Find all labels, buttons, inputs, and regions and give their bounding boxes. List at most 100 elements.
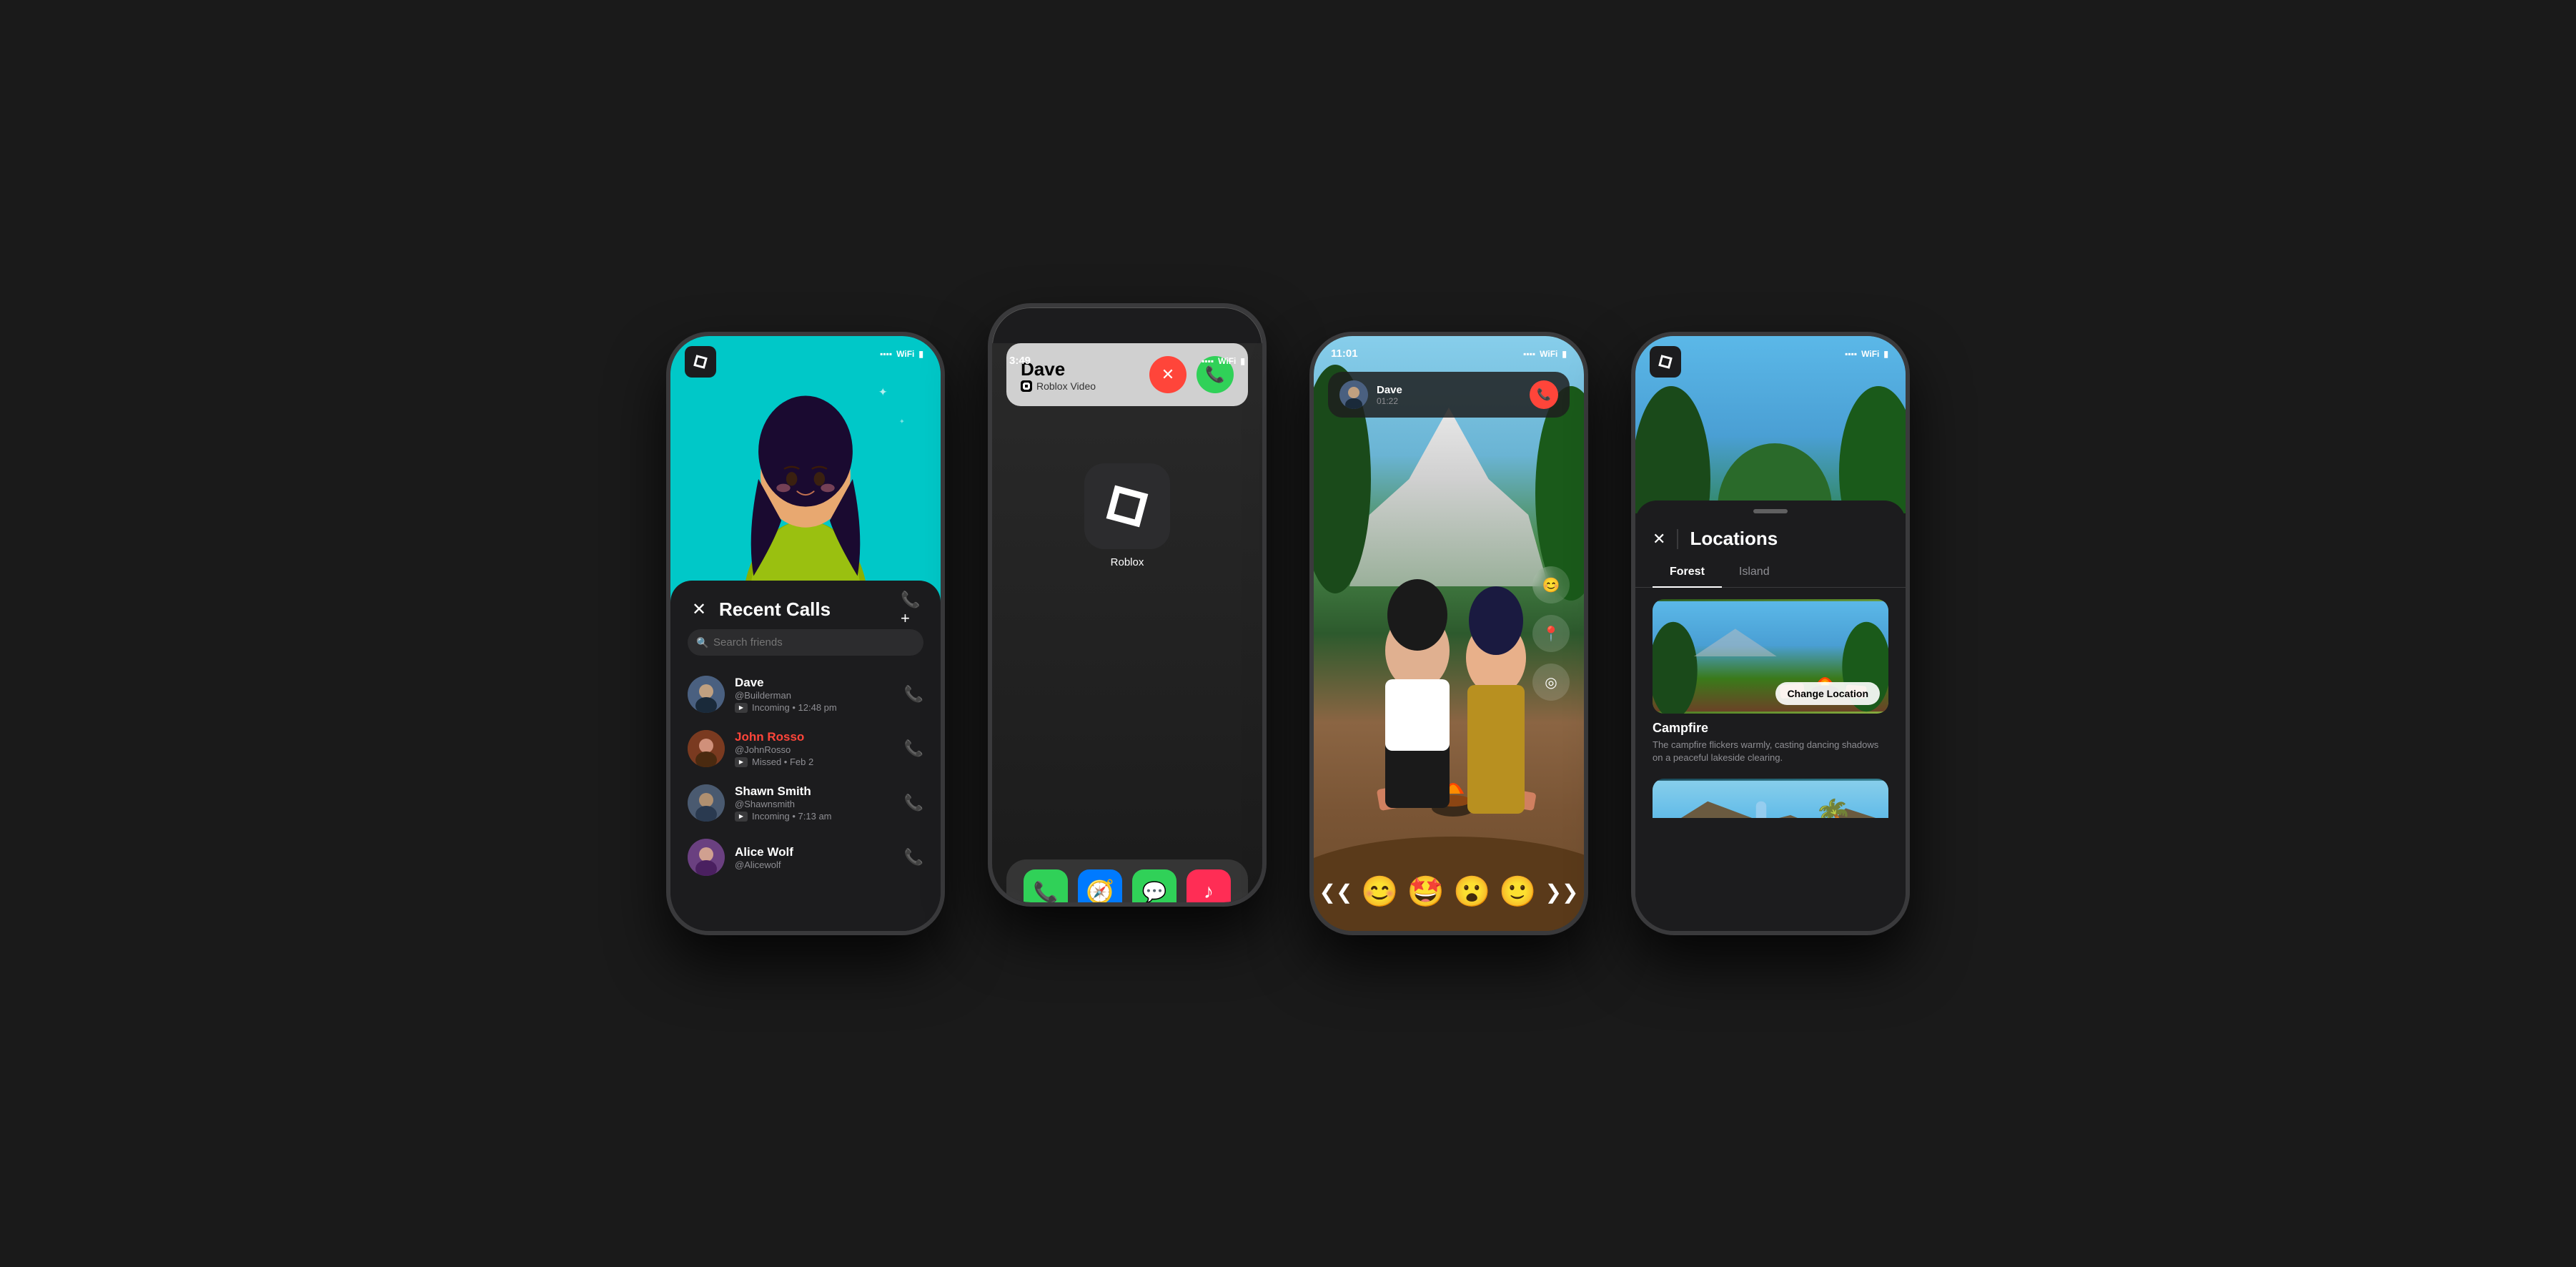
call-item-alice[interactable]: Alice Wolf @Alicewolf 📞 xyxy=(670,830,941,884)
locations-tabs: Forest Island xyxy=(1635,557,1906,588)
dock-phone-icon[interactable]: 📞 xyxy=(1024,869,1068,907)
locations-header: ✕ Locations xyxy=(1635,513,1906,557)
incoming-call-banner: Dave Roblox Video ✕ 📞 xyxy=(1006,343,1248,406)
phone2-screen: 3:49 ▪▪▪▪ WiFi ▮ Dave Roblox Video xyxy=(992,343,1262,907)
emoji-bar: ❮❮ 😊 🤩 😮 🙂 ❯❯ xyxy=(1314,874,1584,909)
call-info-dave: Dave @Builderman ▶ Incoming • 12:48 pm xyxy=(735,676,894,713)
john-meta: ▶ Missed • Feb 2 xyxy=(735,756,894,767)
search-wrapper: 🔍 xyxy=(688,629,923,656)
end-call-button[interactable]: 📞 xyxy=(1530,380,1558,409)
search-input[interactable] xyxy=(688,629,923,656)
emoji-3[interactable]: 😮 xyxy=(1453,874,1490,909)
call-info-shawn: Shawn Smith @Shawnsmith ▶ Incoming • 7:1… xyxy=(735,784,894,822)
john-avatar-svg xyxy=(688,730,725,767)
avatar-shawn xyxy=(688,784,725,822)
call-info-alice: Alice Wolf @Alicewolf xyxy=(735,845,894,870)
phone3-screen: 11:01 ▪▪▪▪ WiFi ▮ Dave 01:22 📞 xyxy=(1314,336,1584,931)
shawn-avatar-svg xyxy=(688,784,725,822)
avatar-background: ✦ ✦ xyxy=(670,336,941,615)
phone2-wifi: WiFi xyxy=(1218,356,1236,366)
phone4-signal: ▪▪▪▪ xyxy=(1845,349,1857,359)
phone1-screen: ✦ ✦ xyxy=(670,336,941,931)
call-duration: 01:22 xyxy=(1377,396,1402,406)
tab-forest[interactable]: Forest xyxy=(1653,557,1722,587)
rc-title-group: ✕ Recent Calls xyxy=(688,598,831,621)
emoji-2[interactable]: 🤩 xyxy=(1407,874,1445,909)
dock-scene-svg: 🌴 xyxy=(1653,779,1888,818)
shawn-call-button[interactable]: 📞 xyxy=(904,794,923,812)
campfire-description: The campfire flickers warmly, casting da… xyxy=(1653,739,1888,764)
call-info-john: John Rosso @JohnRosso ▶ Missed • Feb 2 xyxy=(735,730,894,767)
location-control-button[interactable]: 📍 xyxy=(1532,615,1570,652)
music-icon: ♪ xyxy=(1204,880,1214,903)
dave-avatar-svg xyxy=(688,676,725,713)
emoji-1[interactable]: 😊 xyxy=(1361,874,1398,909)
roblox-app-icon-small[interactable] xyxy=(685,346,716,378)
active-caller-name: Dave xyxy=(1377,384,1402,396)
avatar-dave xyxy=(688,676,725,713)
dave-meta: ▶ Incoming • 12:48 pm xyxy=(735,702,894,713)
shawn-username: @Shawnsmith xyxy=(735,799,894,809)
campfire-change-location-button[interactable]: Change Location xyxy=(1775,682,1880,705)
phone1-status-icons: ▪▪▪▪ WiFi ▮ xyxy=(880,349,923,359)
john-username: @JohnRosso xyxy=(735,744,894,755)
dave-name: Dave xyxy=(735,676,894,690)
search-icon: 🔍 xyxy=(696,636,708,649)
location-item-campfire: Change Location Campfire The campfire fl… xyxy=(1653,599,1888,764)
locations-close-button[interactable]: ✕ xyxy=(1653,530,1665,548)
roblox-app-label: Roblox xyxy=(992,556,1262,568)
close-button[interactable]: ✕ xyxy=(688,598,710,621)
phone4-status-icons: ▪▪▪▪ WiFi ▮ xyxy=(1845,349,1888,359)
call-item-dave[interactable]: Dave @Builderman ▶ Incoming • 12:48 pm 📞 xyxy=(670,667,941,721)
effects-control-button[interactable]: ◎ xyxy=(1532,664,1570,701)
location-pin-icon: 📍 xyxy=(1542,625,1560,643)
svg-text:✦: ✦ xyxy=(899,418,905,425)
emoji-control-button[interactable]: 😊 xyxy=(1532,566,1570,603)
emoji-nav-right[interactable]: ❯❯ xyxy=(1545,880,1579,904)
phone-3: 11:01 ▪▪▪▪ WiFi ▮ Dave 01:22 📞 xyxy=(1309,332,1588,935)
phone-1: ✦ ✦ xyxy=(666,332,945,935)
avatar-image: ✦ ✦ xyxy=(670,336,941,615)
recent-calls-title: Recent Calls xyxy=(719,598,831,621)
dock-safari-icon[interactable]: 🧭 xyxy=(1078,869,1122,907)
dave-username: @Builderman xyxy=(735,690,894,701)
phone-2: 3:49 ▪▪▪▪ WiFi ▮ Dave Roblox Video xyxy=(988,303,1267,907)
phone4-battery: ▮ xyxy=(1883,349,1888,359)
safari-icon: 🧭 xyxy=(1086,878,1114,905)
add-call-button[interactable]: 📞+ xyxy=(901,598,923,621)
call-item-john[interactable]: John Rosso @JohnRosso ▶ Missed • Feb 2 📞 xyxy=(670,721,941,776)
dock-messages-icon[interactable]: 💬 xyxy=(1132,869,1176,907)
phone3-battery: ▮ xyxy=(1562,349,1567,359)
campfire-name: Campfire xyxy=(1653,721,1888,736)
tab-island[interactable]: Island xyxy=(1722,557,1787,587)
call-subtitle-text: Roblox Video xyxy=(1036,380,1096,392)
phone4-roblox-icon[interactable] xyxy=(1650,346,1681,378)
effects-icon: ◎ xyxy=(1545,674,1557,691)
phone3-wifi: WiFi xyxy=(1540,349,1557,359)
avatar-john xyxy=(688,730,725,767)
avatar-alice xyxy=(688,839,725,876)
phone-4: 5:41 ▪▪▪▪ WiFi ▮ ✕ Locations xyxy=(1631,332,1910,935)
roblox-mini-icon xyxy=(1021,380,1032,392)
roblox-app-icon-large[interactable] xyxy=(1084,463,1170,549)
phone3-time: 11:01 xyxy=(1331,347,1358,360)
emoji-4[interactable]: 🙂 xyxy=(1499,874,1536,909)
dock-music-icon[interactable]: ♪ xyxy=(1187,869,1231,907)
john-call-type-icon: ▶ xyxy=(735,757,748,767)
phone2-signal: ▪▪▪▪ xyxy=(1202,356,1214,366)
header-divider xyxy=(1677,529,1678,549)
phone2-time: 3:49 xyxy=(1009,355,1031,367)
alice-call-button[interactable]: 📞 xyxy=(904,848,923,867)
svg-text:🌴: 🌴 xyxy=(1815,798,1853,818)
dave-call-button[interactable]: 📞 xyxy=(904,685,923,704)
phone4-roblox-logo xyxy=(1655,352,1675,372)
phone2-status-bar: 3:49 ▪▪▪▪ WiFi ▮ xyxy=(992,355,1262,367)
call-item-shawn[interactable]: Shawn Smith @Shawnsmith ▶ Incoming • 7:1… xyxy=(670,776,941,830)
locations-panel: ✕ Locations Forest Island xyxy=(1635,501,1906,931)
emoji-nav-left[interactable]: ❮❮ xyxy=(1319,880,1352,904)
john-call-button[interactable]: 📞 xyxy=(904,739,923,758)
shawn-meta: ▶ Incoming • 7:13 am xyxy=(735,811,894,822)
battery-icon: ▮ xyxy=(918,349,923,359)
shawn-name: Shawn Smith xyxy=(735,784,894,799)
wifi-icon: WiFi xyxy=(896,349,914,359)
